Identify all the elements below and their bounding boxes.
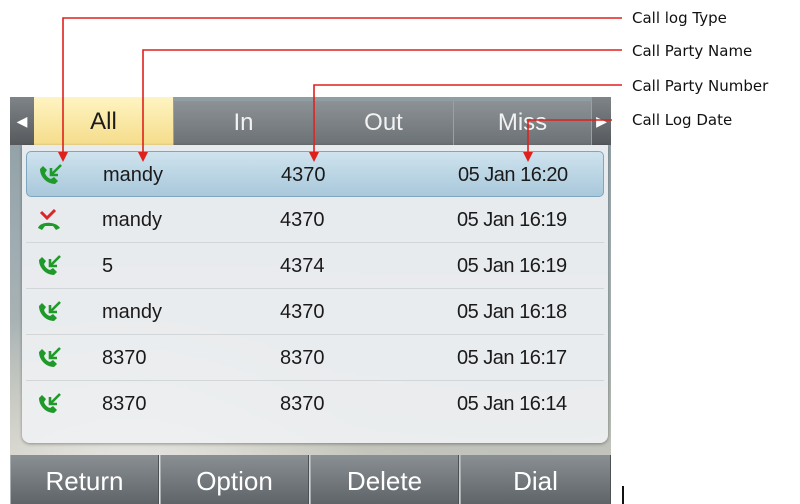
call-log-row[interactable]: mandy 4370 05 Jan 16:20 (26, 151, 604, 197)
call-log-date: 05 Jan 16:19 (457, 255, 567, 277)
call-party-number: 8370 (280, 393, 325, 415)
annotation-call-log-date: Call Log Date (632, 111, 733, 129)
softkey-bar: Return Option Delete Dial (10, 455, 611, 504)
tab-in[interactable]: In (174, 101, 314, 145)
text-cursor (622, 486, 624, 504)
call-party-name: mandy (102, 301, 163, 323)
phone-incoming-icon (39, 301, 61, 321)
call-log-date: 05 Jan 16:17 (457, 347, 567, 369)
phone-incoming-icon (39, 347, 61, 367)
option-button[interactable]: Option (160, 455, 309, 504)
call-party-number: 4374 (280, 255, 325, 277)
call-party-number: 8370 (280, 347, 325, 369)
phone-incoming-icon (40, 164, 62, 184)
call-log-date: 05 Jan 16:20 (458, 164, 568, 186)
caret-left-icon[interactable]: ◀ (10, 97, 34, 145)
call-log-date: 05 Jan 16:19 (457, 209, 567, 231)
call-log-row[interactable]: 8370 8370 05 Jan 16:17 (26, 335, 604, 381)
call-log-date: 05 Jan 16:14 (457, 393, 567, 415)
annotation-call-log-type: Call log Type (632, 9, 727, 27)
dial-button[interactable]: Dial (460, 455, 611, 504)
call-log-row[interactable]: mandy 4370 05 Jan 16:18 (26, 289, 604, 335)
annotation-call-party-name: Call Party Name (632, 42, 753, 60)
call-party-number: 4370 (280, 301, 325, 323)
call-log-list: mandy 4370 05 Jan 16:20 mandy 4370 05 Ja… (22, 145, 608, 443)
call-log-row[interactable]: mandy 4370 05 Jan 16:19 (26, 197, 604, 243)
call-log-date: 05 Jan 16:18 (457, 301, 567, 323)
call-log-row[interactable]: 5 4374 05 Jan 16:19 (26, 243, 604, 289)
call-party-name: 8370 (102, 347, 147, 369)
tab-miss[interactable]: Miss (454, 101, 592, 145)
annotation-call-party-number: Call Party Number (632, 77, 769, 95)
tab-out[interactable]: Out (314, 101, 454, 145)
caret-right-icon[interactable]: ▶ (592, 97, 611, 145)
phone-incoming-icon (39, 255, 61, 275)
call-party-number: 4370 (281, 164, 326, 186)
phone-incoming-icon (39, 393, 61, 413)
call-party-name: 5 (102, 255, 114, 277)
call-party-name: mandy (102, 209, 163, 231)
delete-button[interactable]: Delete (310, 455, 459, 504)
call-party-number: 4370 (280, 209, 325, 231)
tab-all[interactable]: All (34, 97, 174, 145)
call-party-name: mandy (103, 164, 164, 186)
call-log-row[interactable]: 8370 8370 05 Jan 16:14 (26, 381, 604, 427)
return-button[interactable]: Return (10, 455, 159, 504)
phone-missed-icon (38, 208, 60, 230)
phone-screen: ◀ All In Out Miss ▶ mandy 4370 05 Jan 16… (10, 97, 611, 504)
tab-bar: ◀ All In Out Miss ▶ (10, 97, 611, 145)
call-party-name: 8370 (102, 393, 147, 415)
